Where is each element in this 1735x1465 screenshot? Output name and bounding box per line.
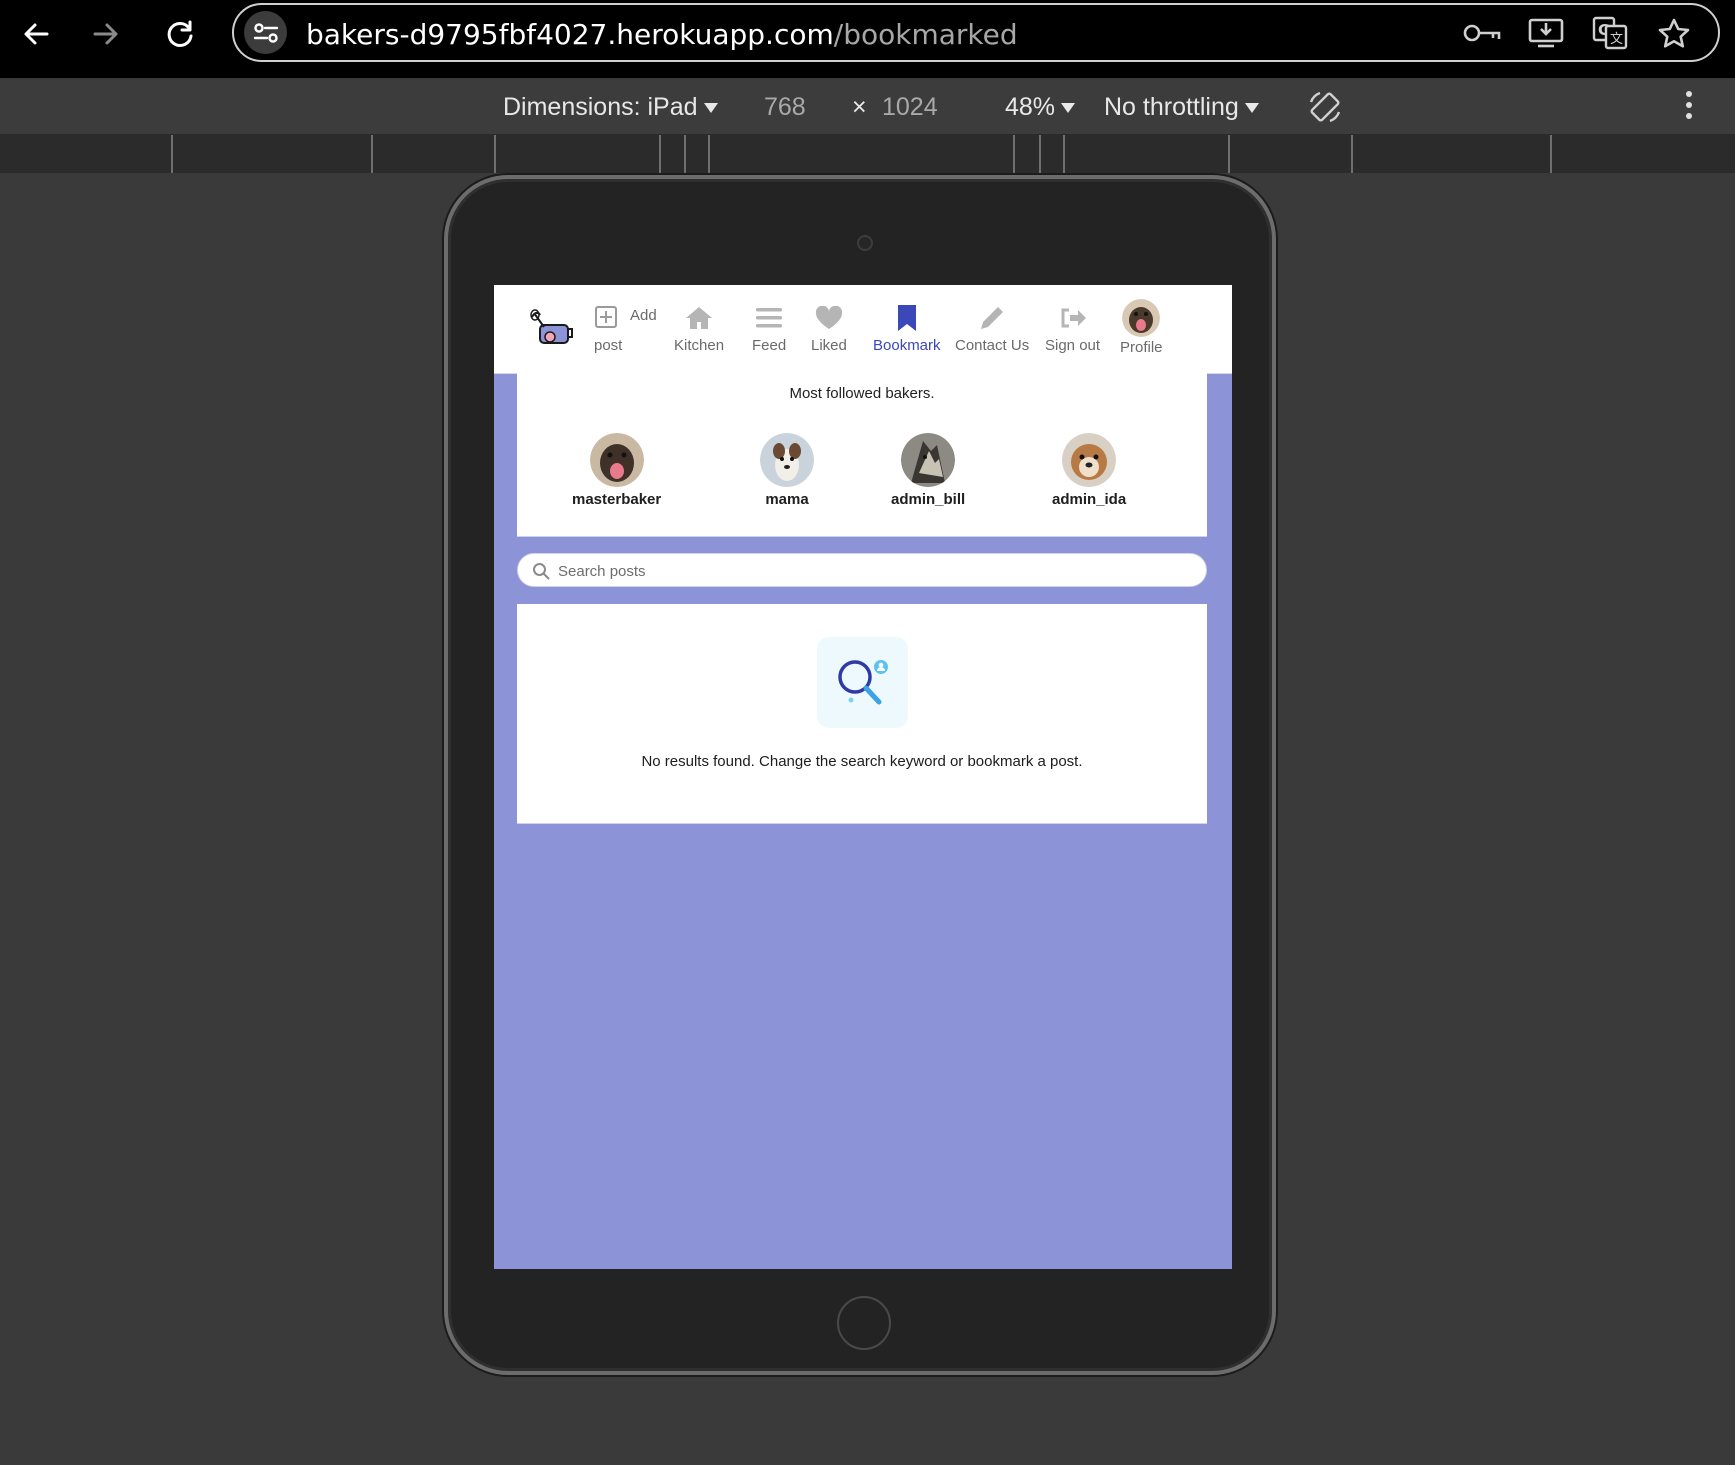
results-card: No results found. Change the search keyw… xyxy=(517,604,1207,824)
bookmark-icon xyxy=(896,303,918,333)
nav-liked[interactable]: Liked xyxy=(811,303,847,354)
url-text[interactable]: bakers-d9795fbf4027.herokuapp.com/bookma… xyxy=(306,18,1018,51)
caret-down-icon xyxy=(1061,103,1076,114)
nav-sign-out[interactable]: Sign out xyxy=(1045,303,1100,354)
ruler-tick xyxy=(1063,135,1065,173)
heart-icon xyxy=(815,303,843,333)
ruler-tick xyxy=(171,135,173,173)
avatar xyxy=(760,433,814,487)
nav-feed-label: Feed xyxy=(752,337,787,354)
caret-down-icon xyxy=(1244,103,1259,114)
throttling-select[interactable]: No throttling xyxy=(1104,93,1259,122)
dimensions-select[interactable]: Dimensions: iPad xyxy=(503,93,718,122)
ruler-tick xyxy=(659,135,661,173)
nav-sign-out-label: Sign out xyxy=(1045,337,1101,354)
home-icon xyxy=(684,303,714,333)
logo-icon[interactable] xyxy=(528,309,574,354)
site-settings-icon[interactable] xyxy=(244,11,287,54)
no-results-message: No results found. Change the search keyw… xyxy=(641,753,1083,770)
ruler-tick xyxy=(1228,135,1230,173)
sign-out-icon xyxy=(1059,303,1087,333)
nav-profile[interactable]: Profile xyxy=(1120,299,1163,356)
more-options-icon[interactable] xyxy=(1684,88,1694,129)
throttling-label: No throttling xyxy=(1104,93,1239,121)
height-input[interactable]: 1024 xyxy=(882,93,938,122)
nav-kitchen-label: Kitchen xyxy=(674,337,725,354)
translate-icon[interactable]: G文 xyxy=(1590,15,1630,51)
ruler-tick xyxy=(1351,135,1353,173)
width-input[interactable]: 768 xyxy=(764,93,806,122)
nav-liked-label: Liked xyxy=(811,337,847,354)
feed-icon xyxy=(756,303,783,333)
most-followed-card: Most followed bakers. masterbaker mama a… xyxy=(517,373,1207,537)
nav-feed[interactable]: Feed xyxy=(752,303,786,354)
media-query-ruler xyxy=(0,135,1735,173)
baker-name: admin_bill xyxy=(891,491,966,508)
url-host: bakers-d9795fbf4027.herokuapp.com xyxy=(306,18,834,51)
ruler-tick xyxy=(1550,135,1552,173)
search-icon xyxy=(532,562,550,585)
key-icon[interactable] xyxy=(1462,15,1502,51)
svg-text:文: 文 xyxy=(1610,32,1623,47)
dimensions-label: Dimensions: iPad xyxy=(503,93,698,121)
baker-admin-bill[interactable]: admin_bill xyxy=(891,433,965,508)
baker-mama[interactable]: mama xyxy=(760,433,814,508)
ruler-tick xyxy=(684,135,686,173)
zoom-label: 48% xyxy=(1005,93,1056,121)
device-toolbar: Dimensions: iPad 768 × 1024 48% No throt… xyxy=(0,80,1735,135)
app-navbar: Add post Kitchen Feed Liked Bookmark Con… xyxy=(494,285,1232,374)
ruler-tick xyxy=(371,135,373,173)
install-app-icon[interactable] xyxy=(1526,15,1566,51)
emulated-screen: Add post Kitchen Feed Liked Bookmark Con… xyxy=(494,285,1232,1269)
add-post-label-2: post xyxy=(594,337,623,354)
nav-kitchen[interactable]: Kitchen xyxy=(674,303,724,354)
avatar xyxy=(1122,299,1161,337)
ruler-tick xyxy=(1013,135,1015,173)
address-bar[interactable]: bakers-d9795fbf4027.herokuapp.com/bookma… xyxy=(232,3,1720,62)
search-input[interactable] xyxy=(556,554,1190,588)
caret-down-icon xyxy=(703,103,718,114)
nav-bookmark-label: Bookmark xyxy=(873,337,941,354)
rotate-icon[interactable] xyxy=(1306,88,1344,133)
ruler-tick xyxy=(494,135,496,173)
times-sign: × xyxy=(852,93,867,121)
plus-square-icon xyxy=(594,305,618,333)
nav-bookmark[interactable]: Bookmark xyxy=(873,303,941,354)
nav-profile-label: Profile xyxy=(1120,339,1163,356)
back-arrow-icon[interactable] xyxy=(12,10,60,58)
url-path: /bookmarked xyxy=(833,18,1018,51)
ruler-tick xyxy=(708,135,710,173)
reload-icon[interactable] xyxy=(156,10,204,58)
no-results-icon xyxy=(817,637,908,728)
nav-contact-us[interactable]: Contact Us xyxy=(955,303,1029,354)
avatar xyxy=(1062,433,1117,487)
baker-name: masterbaker xyxy=(572,491,662,508)
avatar xyxy=(589,433,644,487)
star-icon[interactable] xyxy=(1654,15,1694,51)
camera-icon xyxy=(857,235,873,251)
add-post-label-1: Add xyxy=(630,307,657,324)
forward-arrow-icon[interactable] xyxy=(82,10,130,58)
baker-admin-ida[interactable]: admin_ida xyxy=(1052,433,1126,508)
nav-contact-us-label: Contact Us xyxy=(955,337,1030,354)
pencil-icon xyxy=(978,303,1006,333)
baker-name: admin_ida xyxy=(1052,491,1127,508)
ruler-tick xyxy=(1039,135,1041,173)
avatar xyxy=(901,433,956,487)
most-followed-title: Most followed bakers. xyxy=(789,385,935,402)
home-button xyxy=(837,1296,891,1350)
search-bar xyxy=(517,553,1207,588)
browser-toolbar: bakers-d9795fbf4027.herokuapp.com/bookma… xyxy=(0,0,1735,78)
baker-name: mama xyxy=(765,491,809,508)
zoom-select[interactable]: 48% xyxy=(1005,93,1076,122)
baker-masterbaker[interactable]: masterbaker xyxy=(572,433,661,508)
